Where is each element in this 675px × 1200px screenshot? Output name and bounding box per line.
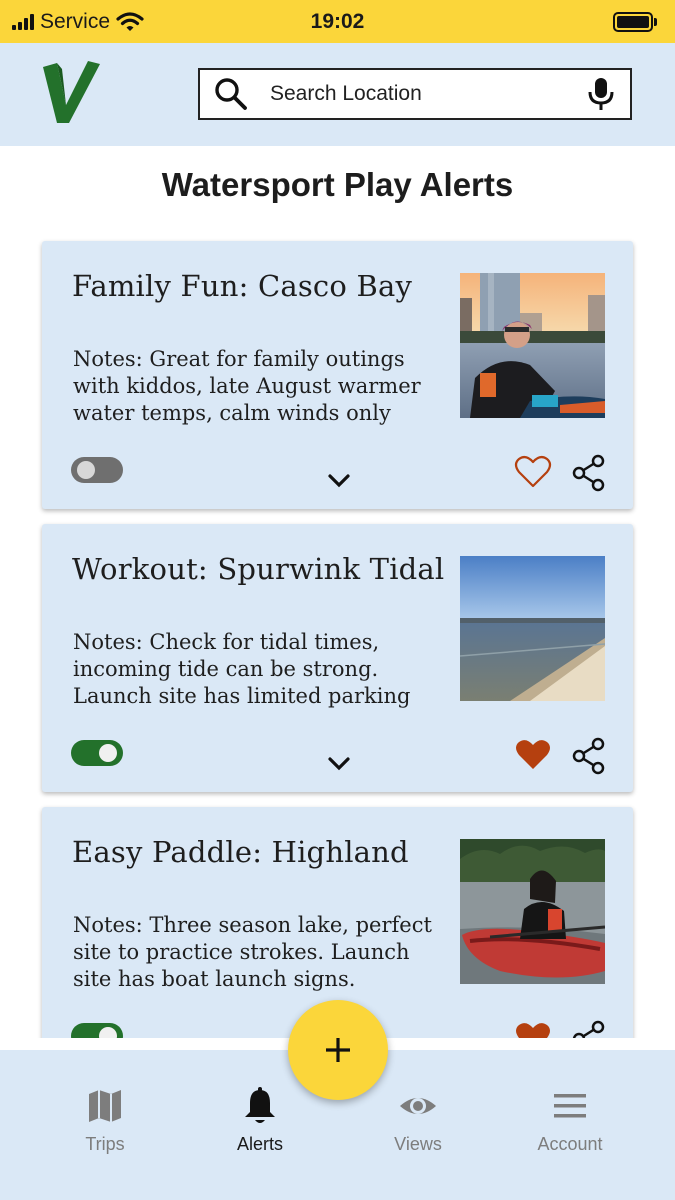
nav-label: Views bbox=[394, 1134, 442, 1154]
wifi-icon bbox=[116, 11, 144, 31]
bell-icon bbox=[245, 1087, 275, 1123]
search-bar[interactable] bbox=[198, 68, 632, 120]
heart-outline-icon[interactable] bbox=[514, 455, 552, 489]
heart-filled-icon[interactable] bbox=[514, 738, 552, 772]
eye-icon bbox=[400, 1098, 436, 1114]
menu-icon bbox=[554, 1094, 586, 1118]
carrier-label: Service bbox=[40, 9, 111, 33]
nav-label: Trips bbox=[85, 1134, 125, 1154]
map-icon bbox=[89, 1090, 121, 1122]
app-header bbox=[0, 43, 675, 146]
add-alert-button[interactable] bbox=[288, 1000, 388, 1100]
alert-photo-spurwink[interactable] bbox=[460, 556, 605, 701]
alert-toggle[interactable] bbox=[71, 740, 123, 766]
alert-photo-casco-bay[interactable] bbox=[460, 273, 605, 418]
app-logo[interactable] bbox=[40, 61, 102, 125]
plus-icon bbox=[326, 1038, 350, 1062]
share-icon[interactable] bbox=[571, 454, 607, 492]
nav-item-views[interactable]: Views bbox=[348, 1086, 488, 1155]
alert-notes: Notes: Three season lake, perfect site t… bbox=[73, 913, 432, 991]
share-icon[interactable] bbox=[571, 1020, 607, 1038]
search-icon[interactable] bbox=[214, 77, 248, 111]
page-title: Watersport Play Alerts bbox=[161, 166, 514, 203]
microphone-icon[interactable] bbox=[586, 76, 616, 112]
battery-icon bbox=[613, 11, 657, 32]
chevron-down-icon[interactable] bbox=[327, 756, 351, 772]
status-bar: Service 19:02 bbox=[0, 0, 675, 43]
nav-item-trips[interactable]: Trips bbox=[35, 1086, 175, 1155]
alert-toggle[interactable] bbox=[71, 1023, 123, 1038]
status-left: Service bbox=[12, 10, 144, 34]
share-icon[interactable] bbox=[571, 737, 607, 775]
signal-icon bbox=[12, 13, 34, 30]
nav-label: Account bbox=[537, 1134, 603, 1154]
alert-title: Easy Paddle: Highland bbox=[72, 835, 409, 869]
nav-item-account[interactable]: Account bbox=[500, 1086, 640, 1155]
alert-toggle[interactable] bbox=[71, 457, 123, 483]
nav-item-alerts[interactable]: Alerts bbox=[190, 1086, 330, 1155]
alerts-list[interactable]: Family Fun: Casco Bay Notes: Great for f… bbox=[0, 228, 675, 1038]
heart-filled-icon[interactable] bbox=[514, 1021, 552, 1038]
chevron-down-icon[interactable] bbox=[327, 473, 351, 489]
alert-card[interactable]: Family Fun: Casco Bay Notes: Great for f… bbox=[42, 241, 633, 509]
nav-label: Alerts bbox=[236, 1134, 283, 1154]
alert-notes: Notes: Great for family outings with kid… bbox=[73, 347, 421, 425]
alert-notes: Notes: Check for tidal times, incoming t… bbox=[73, 630, 411, 708]
alert-photo-highland[interactable] bbox=[460, 839, 605, 984]
search-input[interactable] bbox=[270, 82, 586, 106]
alert-card[interactable]: Workout: Spurwink Tidal Notes: Check for… bbox=[42, 524, 633, 792]
alert-title: Family Fun: Casco Bay bbox=[72, 269, 413, 303]
alert-title: Workout: Spurwink Tidal bbox=[72, 552, 445, 586]
